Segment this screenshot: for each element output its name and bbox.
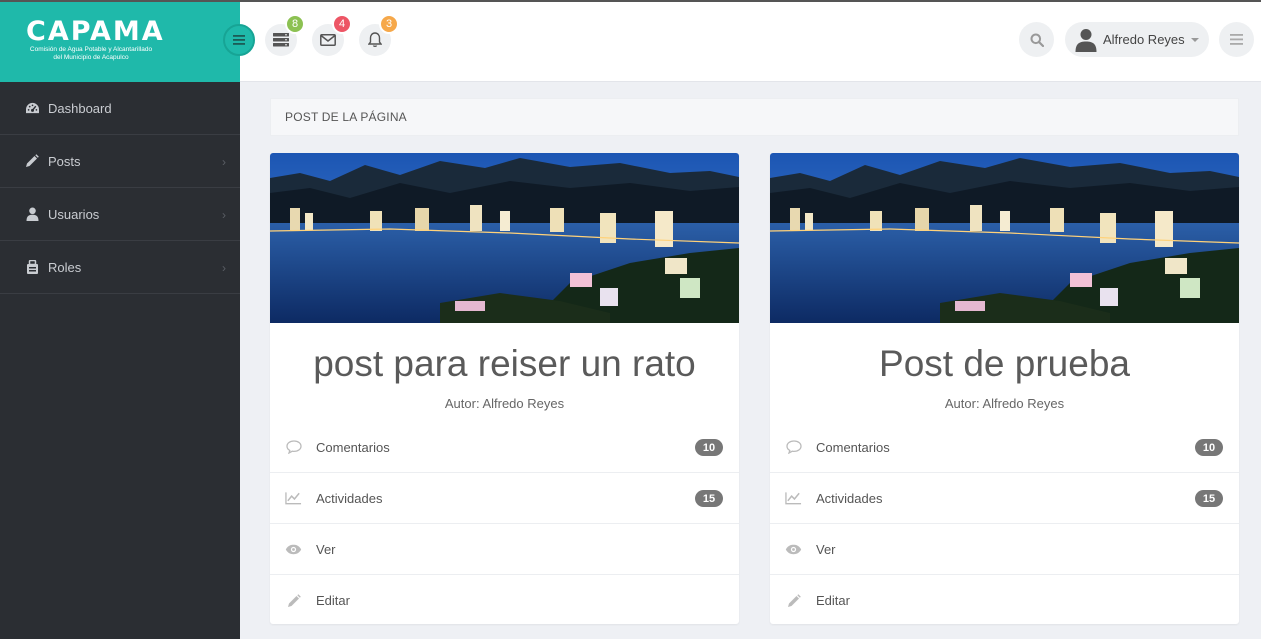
sidebar-item-usuarios[interactable]: Usuarios › (0, 188, 240, 241)
sidebar-item-label: Posts (48, 153, 81, 169)
post-actions-list: Comentarios 10 Actividades 15 Ver Editar (270, 422, 739, 624)
avatar-icon (1075, 28, 1097, 52)
comments-row[interactable]: Comentarios 10 (770, 422, 1239, 473)
pencil-icon (24, 153, 40, 169)
dashboard-icon (24, 100, 40, 116)
caret-down-icon (1190, 37, 1199, 42)
activities-label: Actividades (816, 490, 883, 506)
messages-count-badge: 4 (332, 14, 352, 34)
post-card: post para reiser un rato Autor: Alfredo … (270, 153, 739, 624)
comments-count-badge: 10 (1195, 439, 1223, 456)
roles-icon (24, 259, 40, 275)
user-menu-button[interactable]: Alfredo Reyes (1065, 22, 1209, 57)
post-author: Autor: Alfredo Reyes (944, 396, 1065, 411)
server-tasks-icon (273, 33, 289, 47)
pencil-icon (785, 592, 802, 609)
post-image (770, 153, 1239, 323)
bell-icon (368, 32, 382, 48)
notifications-count-badge: 3 (379, 14, 399, 34)
edit-label: Editar (816, 593, 850, 608)
sidebar-item-label: Dashboard (48, 100, 112, 116)
brand-logo-subtitle: Comisión de Agua Potable y Alcantarillad… (29, 46, 153, 61)
activities-row[interactable]: Actividades 15 (770, 473, 1239, 524)
post-author: Autor: Alfredo Reyes (444, 396, 565, 411)
post-title: Post de prueba (879, 343, 1130, 384)
view-row[interactable]: Ver (270, 524, 739, 575)
sidebar: CAPAMA Comisión de Agua Potable y Alcant… (0, 2, 240, 639)
tasks-button[interactable]: 8 (265, 14, 305, 56)
search-button[interactable] (1019, 22, 1054, 57)
comment-icon (285, 439, 302, 456)
view-label: Ver (316, 541, 336, 557)
line-chart-icon (785, 490, 802, 507)
chevron-right-icon: › (222, 208, 226, 222)
hamburger-icon (1230, 34, 1243, 45)
sidebar-item-roles[interactable]: Roles › (0, 241, 240, 294)
topbar: 8 4 3 Alfredo Reyes (240, 2, 1261, 82)
activities-label: Actividades (316, 490, 383, 506)
user-name: Alfredo Reyes (1103, 32, 1185, 47)
view-label: Ver (816, 541, 836, 557)
edit-row[interactable]: Editar (770, 575, 1239, 624)
eye-icon (785, 541, 802, 558)
pencil-icon (285, 592, 302, 609)
sidebar-item-label: Roles (48, 259, 82, 275)
post-card: Post de prueba Autor: Alfredo Reyes Come… (770, 153, 1239, 624)
post-title: post para reiser un rato (313, 343, 696, 384)
comment-icon (785, 439, 802, 456)
view-row[interactable]: Ver (770, 524, 1239, 575)
tasks-count-badge: 8 (285, 14, 305, 34)
eye-icon (285, 541, 302, 558)
comments-count-badge: 10 (695, 439, 723, 456)
line-chart-icon (285, 490, 302, 507)
hamburger-icon (233, 35, 245, 45)
edit-label: Editar (316, 593, 350, 608)
envelope-icon (320, 34, 336, 46)
search-icon (1030, 33, 1044, 47)
post-image (270, 153, 739, 323)
sidebar-toggle-button[interactable] (223, 24, 255, 56)
post-actions-list: Comentarios 10 Actividades 15 Ver Editar (770, 422, 1239, 624)
edit-row[interactable]: Editar (270, 575, 739, 624)
comments-row[interactable]: Comentarios 10 (270, 422, 739, 473)
activities-count-badge: 15 (1195, 490, 1223, 507)
comments-label: Comentarios (316, 439, 390, 455)
comments-label: Comentarios (816, 439, 890, 455)
sidebar-item-posts[interactable]: Posts › (0, 135, 240, 188)
activities-count-badge: 15 (695, 490, 723, 507)
notifications-button[interactable]: 3 (359, 14, 399, 56)
brand-header: CAPAMA Comisión de Agua Potable y Alcant… (0, 2, 240, 82)
page-title: POST DE LA PÁGINA (270, 98, 1239, 136)
brand-logo-title: CAPAMA (26, 16, 165, 47)
more-menu-button[interactable] (1219, 22, 1254, 57)
chevron-right-icon: › (222, 261, 226, 275)
activities-row[interactable]: Actividades 15 (270, 473, 739, 524)
sidebar-item-dashboard[interactable]: Dashboard (0, 82, 240, 135)
chevron-right-icon: › (222, 155, 226, 169)
user-icon (24, 206, 40, 222)
messages-button[interactable]: 4 (312, 14, 352, 56)
sidebar-item-label: Usuarios (48, 206, 100, 222)
